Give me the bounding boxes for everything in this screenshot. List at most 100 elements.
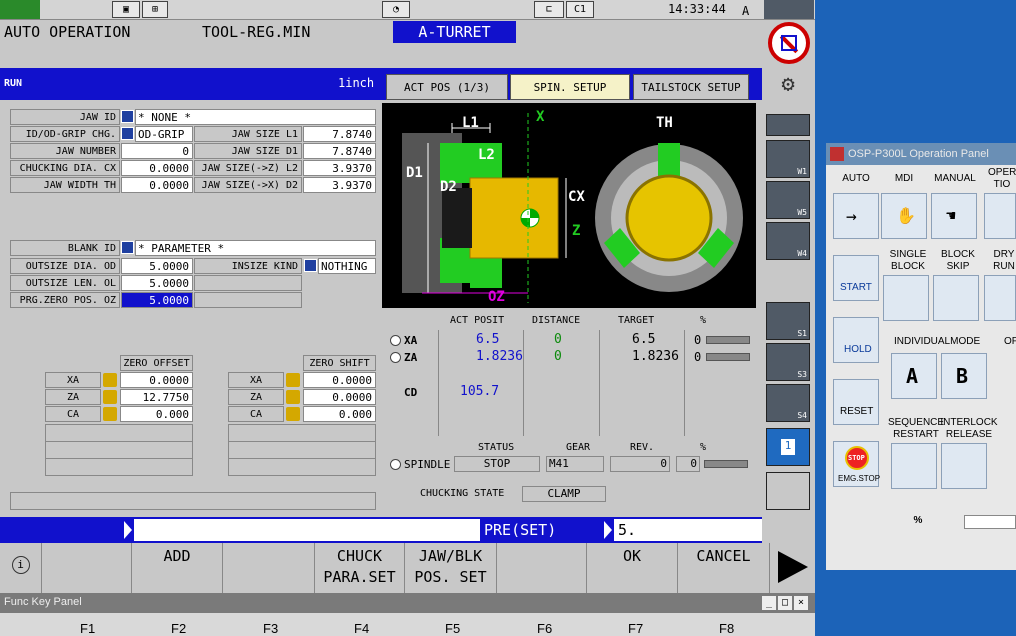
zero-shift-value[interactable]: 0.0000 <box>303 372 376 388</box>
softkey-blank-2[interactable] <box>223 543 315 593</box>
manual-mode-button[interactable]: ☚ <box>931 193 977 239</box>
info-icon: i <box>11 556 30 574</box>
lock-icon[interactable] <box>286 407 300 421</box>
zero-shift-value[interactable]: 0.000 <box>303 406 376 422</box>
list-icon[interactable] <box>304 259 317 272</box>
hold-button[interactable]: HOLD <box>833 317 879 363</box>
feedrate-slider[interactable] <box>964 515 1016 529</box>
auto-mode-button[interactable]: → <box>833 193 879 239</box>
screen-s3-icon[interactable]: S3 <box>766 343 810 381</box>
f3-key[interactable]: F3 <box>263 621 278 636</box>
list-icon[interactable] <box>121 241 134 254</box>
input-field[interactable]: 5. <box>614 519 762 541</box>
single-block-button[interactable] <box>883 275 929 321</box>
spindle-radio[interactable] <box>390 459 401 470</box>
zero-offset-axis: XA <box>45 372 101 388</box>
settings-icon[interactable]: ⚙ <box>766 72 810 110</box>
spindle-rev: 0 <box>610 456 670 472</box>
za-radio[interactable] <box>390 352 401 363</box>
lock-icon[interactable] <box>286 373 300 387</box>
lock-icon[interactable] <box>286 390 300 404</box>
tab-spin-setup[interactable]: SPIN. SETUP <box>510 74 630 100</box>
tab-tailstock-setup[interactable]: TAILSTOCK SETUP <box>633 74 749 100</box>
info-button[interactable]: i <box>0 543 42 593</box>
jaw-width-value[interactable]: 0.0000 <box>121 177 193 193</box>
zero-shift-axis: XA <box>228 372 284 388</box>
size-l2-value[interactable]: 3.9370 <box>303 160 376 176</box>
jaw-number-value[interactable]: 0 <box>121 143 193 159</box>
zero-shift-axis: ZA <box>228 389 284 405</box>
f7-key[interactable]: F7 <box>628 621 643 636</box>
individual-b-button[interactable]: B <box>941 353 987 399</box>
size-d2-value[interactable]: 3.9370 <box>303 177 376 193</box>
header-bar: AUTO OPERATION TOOL-REG.MIN A-TURRET <box>0 20 762 44</box>
page-indicator[interactable]: 1 <box>766 428 810 466</box>
lock-icon[interactable] <box>103 407 117 421</box>
interlock-release-button[interactable] <box>941 443 987 489</box>
jaw-id-value[interactable]: * NONE * <box>135 109 376 125</box>
operation-panel: OSP-P300L Operation Panel AUTO MDI MANUA… <box>826 143 1016 570</box>
sequence-restart-button[interactable] <box>891 443 937 489</box>
zero-pos-value[interactable]: 5.0000 <box>121 292 193 308</box>
jaw-blk-pos-set-button[interactable]: JAW/BLK POS. SET <box>405 543 497 593</box>
close-icon[interactable]: × <box>794 596 808 610</box>
operation-button[interactable] <box>984 193 1016 239</box>
inside-kind-value[interactable]: NOTHING <box>318 258 376 274</box>
zero-offset-value[interactable]: 0.0000 <box>120 372 193 388</box>
chuck-para-set-button[interactable]: CHUCK PARA.SET <box>315 543 405 593</box>
softkey-blank-1[interactable] <box>42 543 132 593</box>
start-button[interactable]: START <box>833 255 879 301</box>
blank-id-value[interactable]: * PARAMETER * <box>135 240 376 256</box>
size-l2-label: JAW SIZE(->Z) L2 <box>194 160 302 176</box>
jaw-id-label: JAW ID <box>10 109 120 125</box>
cd-value: 105.7 <box>460 384 500 399</box>
mdi-mode-button[interactable]: ✋ <box>881 193 927 239</box>
f5-key[interactable]: F5 <box>445 621 460 636</box>
next-page-icon[interactable] <box>778 551 808 583</box>
reset-button[interactable]: RESET <box>833 379 879 425</box>
ok-button[interactable]: OK <box>587 543 678 593</box>
screen-s1-icon[interactable]: S1 <box>766 302 810 340</box>
add-button[interactable]: ADD <box>132 543 223 593</box>
grip-value[interactable]: OD-GRIP <box>135 126 193 142</box>
xa-radio[interactable] <box>390 335 401 346</box>
stop-label: STOP <box>848 454 865 462</box>
list-icon[interactable] <box>121 110 134 123</box>
chucking-dia-value[interactable]: 0.0000 <box>121 160 193 176</box>
window-w4-icon[interactable]: W4 <box>766 222 810 260</box>
f4-key[interactable]: F4 <box>354 621 369 636</box>
softkey-blank-3[interactable] <box>497 543 587 593</box>
maximize-icon[interactable]: □ <box>778 596 792 610</box>
f6-key[interactable]: F6 <box>537 621 552 636</box>
b-label: B <box>956 364 969 388</box>
xa-dist: 0 <box>554 332 562 347</box>
size-l1-value[interactable]: 7.8740 <box>303 126 376 142</box>
window-switch-icon[interactable] <box>766 114 810 136</box>
list-icon[interactable] <box>121 127 134 140</box>
home-icon[interactable] <box>764 0 814 19</box>
emergency-stop-button[interactable]: STOP EMG.STOP <box>833 441 880 487</box>
f2-key[interactable]: F2 <box>171 621 186 636</box>
cancel-button[interactable]: CANCEL <box>678 543 770 593</box>
f1-key[interactable]: F1 <box>80 621 95 636</box>
zero-shift-value[interactable]: 0.0000 <box>303 389 376 405</box>
window-w1-icon[interactable]: W1 <box>766 140 810 178</box>
dry-run-button[interactable] <box>984 275 1016 321</box>
no-entry-icon[interactable] <box>768 22 810 64</box>
minimize-icon[interactable]: _ <box>762 596 776 610</box>
outside-dia-value[interactable]: 5.0000 <box>121 258 193 274</box>
keyboard-icon[interactable] <box>766 472 810 510</box>
outside-len-value[interactable]: 5.0000 <box>121 275 193 291</box>
block-skip-button[interactable] <box>933 275 979 321</box>
screen-s4-icon[interactable]: S4 <box>766 384 810 422</box>
tab-act-pos[interactable]: ACT POS (1/3) <box>386 74 508 100</box>
zero-offset-value[interactable]: 12.7750 <box>120 389 193 405</box>
green-arrow-icon <box>0 0 40 19</box>
window-w5-icon[interactable]: W5 <box>766 181 810 219</box>
individual-a-button[interactable]: A <box>891 353 937 399</box>
zero-offset-value[interactable]: 0.000 <box>120 406 193 422</box>
f8-key[interactable]: F8 <box>719 621 734 636</box>
size-d1-value[interactable]: 7.8740 <box>303 143 376 159</box>
lock-icon[interactable] <box>103 373 117 387</box>
lock-icon[interactable] <box>103 390 117 404</box>
